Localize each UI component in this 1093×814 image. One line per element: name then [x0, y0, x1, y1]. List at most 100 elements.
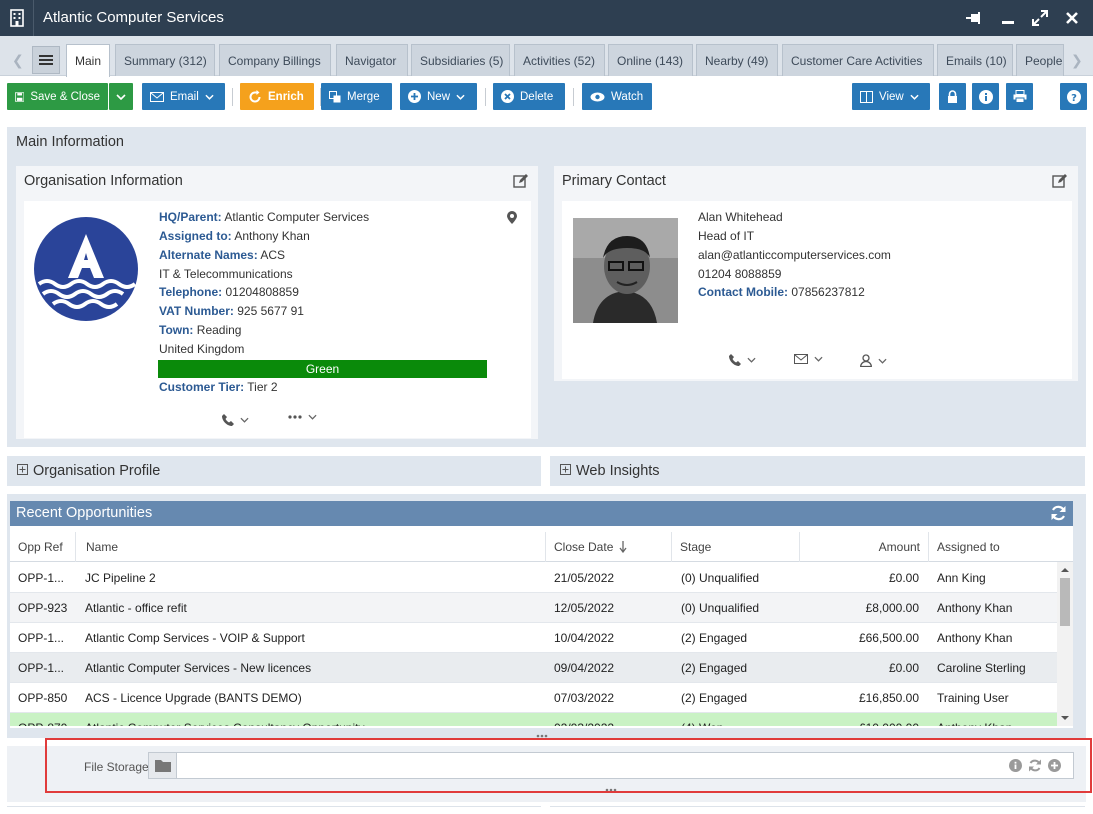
- window-title: Atlantic Computer Services: [43, 9, 224, 26]
- column-name[interactable]: Name: [76, 532, 546, 562]
- table-row[interactable]: OPP-1... Atlantic Comp Services - VOIP &…: [10, 623, 1057, 653]
- eye-icon: [590, 92, 605, 101]
- opportunities-scrollbar[interactable]: [1057, 562, 1073, 726]
- assigned-to-field: Assigned to: Anthony Khan: [159, 229, 310, 243]
- chevron-down-icon: [814, 356, 823, 362]
- tab-online[interactable]: Online (143): [608, 44, 693, 76]
- delete-button[interactable]: Delete: [493, 83, 565, 110]
- save-close-button[interactable]: Save & Close: [7, 83, 108, 110]
- contact-phone[interactable]: 01204 8088859: [698, 267, 781, 281]
- primary-contact-title: Primary Contact: [562, 173, 666, 189]
- toolbar-separator: [485, 88, 486, 106]
- contact-mobile-field: Contact Mobile: 07856237812: [698, 285, 865, 299]
- contact-user-dropdown[interactable]: [860, 354, 887, 367]
- new-button[interactable]: New: [400, 83, 477, 110]
- chevron-down-icon: [747, 357, 756, 363]
- tab-customer-care-activities[interactable]: Customer Care Activities: [782, 44, 934, 76]
- envelope-icon: [794, 354, 808, 364]
- company-logo: [33, 216, 139, 322]
- close-icon[interactable]: [1062, 8, 1082, 28]
- merge-label: Merge: [347, 90, 380, 103]
- map-pin-icon[interactable]: [507, 211, 517, 227]
- table-row[interactable]: OPP-1... JC Pipeline 2 21/05/2022 (0) Un…: [10, 563, 1057, 593]
- column-assigned-to[interactable]: Assigned to: [929, 532, 1073, 562]
- scroll-down-icon[interactable]: [1057, 712, 1073, 724]
- toolbar-separator: [573, 88, 574, 106]
- tab-nearby[interactable]: Nearby (49): [696, 44, 778, 76]
- org-phone-dropdown[interactable]: [222, 414, 249, 426]
- tab-people[interactable]: People: [1016, 44, 1064, 76]
- alternate-names-field: Alternate Names: ACS: [159, 248, 286, 262]
- org-more-dropdown[interactable]: [288, 414, 317, 420]
- contact-role: Head of IT: [698, 229, 755, 243]
- lock-button[interactable]: [939, 83, 966, 110]
- column-close-date[interactable]: Close Date: [546, 532, 672, 562]
- printer-icon: [1013, 90, 1026, 103]
- chevron-down-icon: [910, 94, 919, 100]
- watch-button[interactable]: Watch: [582, 83, 652, 110]
- organisation-profile-title[interactable]: Organisation Profile: [33, 463, 160, 479]
- chevron-down-icon: [308, 414, 317, 420]
- edit-icon[interactable]: [1052, 173, 1068, 192]
- tab-scroll-right-icon[interactable]: ❯: [1071, 52, 1083, 69]
- table-row[interactable]: OPP-923 Atlantic - office refit 12/05/20…: [10, 593, 1057, 623]
- view-button[interactable]: View: [852, 83, 930, 110]
- pin-icon[interactable]: [965, 8, 985, 28]
- delete-label: Delete: [520, 90, 554, 103]
- table-row[interactable]: OPP-1... Atlantic Computer Services - Ne…: [10, 653, 1057, 683]
- email-label: Email: [170, 90, 199, 103]
- contact-name[interactable]: Alan Whitehead: [698, 210, 783, 224]
- merge-button[interactable]: Merge: [321, 83, 392, 110]
- enrich-button[interactable]: Enrich: [240, 83, 314, 110]
- scroll-up-icon[interactable]: [1057, 564, 1073, 576]
- tab-main[interactable]: Main: [66, 44, 110, 77]
- contact-email[interactable]: alan@atlanticcomputerservices.com: [698, 248, 891, 262]
- scrollbar-thumb[interactable]: [1060, 578, 1070, 626]
- table-row[interactable]: OPP-870 Atlantic Computer Services Consu…: [10, 713, 1057, 726]
- industry-field: IT & Telecommunications: [159, 267, 293, 281]
- watch-label: Watch: [611, 90, 644, 103]
- tab-scroll-left-icon[interactable]: ❮: [12, 52, 24, 69]
- phone-icon: [729, 354, 741, 366]
- view-label: View: [879, 90, 904, 103]
- column-amount[interactable]: Amount: [800, 532, 929, 562]
- save-close-label: Save & Close: [30, 90, 100, 103]
- tab-activities[interactable]: Activities (52): [514, 44, 605, 76]
- save-options-dropdown[interactable]: [109, 83, 133, 110]
- email-button[interactable]: Email: [142, 83, 225, 110]
- lock-icon: [948, 90, 957, 103]
- web-insights-title[interactable]: Web Insights: [576, 463, 660, 479]
- chevron-down-icon: [878, 358, 887, 364]
- expand-icon[interactable]: [17, 464, 28, 478]
- sort-descending-icon: [619, 541, 627, 553]
- hamburger-menu-button[interactable]: [32, 46, 60, 74]
- print-button[interactable]: [1006, 83, 1033, 110]
- help-button[interactable]: ?: [1060, 83, 1087, 110]
- minimize-icon[interactable]: [998, 8, 1018, 28]
- column-opp-ref[interactable]: Opp Ref: [10, 532, 76, 562]
- info-button[interactable]: [972, 83, 999, 110]
- expand-icon[interactable]: [560, 464, 571, 478]
- envelope-icon: [150, 91, 164, 102]
- maximize-icon[interactable]: [1030, 8, 1050, 28]
- recent-opportunities-title: Recent Opportunities: [16, 505, 153, 521]
- tab-emails[interactable]: Emails (10): [937, 44, 1013, 76]
- main-information-title: Main Information: [16, 134, 124, 150]
- contact-phone-dropdown[interactable]: [729, 354, 756, 366]
- title-bar: Atlantic Computer Services: [0, 0, 1093, 36]
- phone-icon: [222, 414, 234, 426]
- enrich-label: Enrich: [268, 90, 304, 103]
- contact-email-dropdown[interactable]: [794, 354, 823, 364]
- tab-company-billings[interactable]: Company Billings: [219, 44, 331, 76]
- refresh-icon[interactable]: [1050, 505, 1067, 524]
- tab-summary[interactable]: Summary (312): [115, 44, 215, 76]
- plus-circle-icon: [408, 90, 421, 103]
- tab-navigator[interactable]: Navigator: [336, 44, 408, 76]
- column-stage[interactable]: Stage: [672, 532, 800, 562]
- edit-icon[interactable]: [513, 173, 529, 192]
- info-icon: [978, 89, 993, 104]
- divider: [7, 806, 541, 807]
- tab-subsidiaries[interactable]: Subsidiaries (5): [411, 44, 510, 76]
- table-row[interactable]: OPP-850 ACS - Licence Upgrade (BANTS DEM…: [10, 683, 1057, 713]
- x-circle-icon: [501, 90, 514, 103]
